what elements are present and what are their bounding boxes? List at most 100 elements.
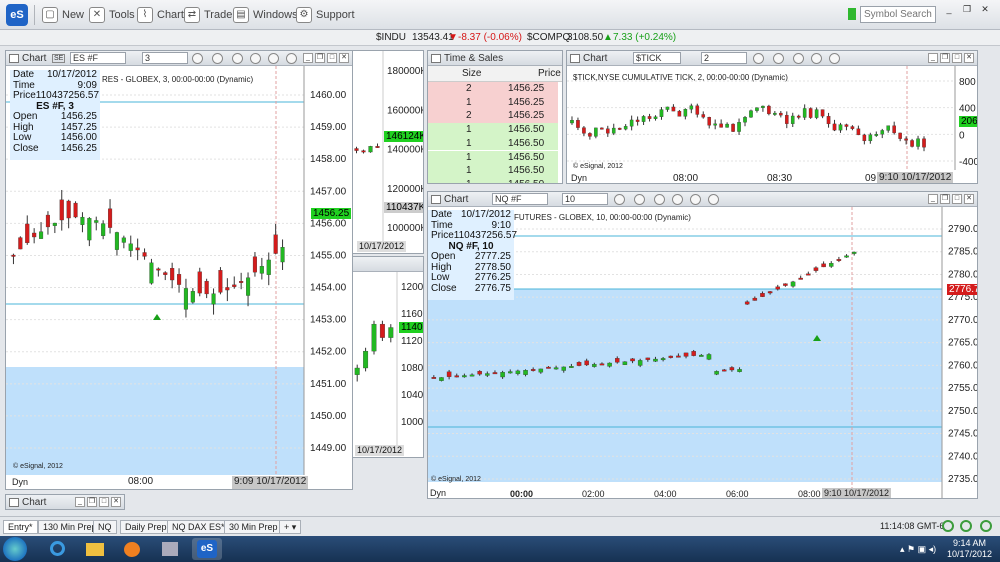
candle <box>904 138 908 141</box>
tick-interval-input[interactable]: 2 <box>701 52 747 64</box>
candle <box>611 127 616 134</box>
cursor-icon[interactable] <box>212 53 223 64</box>
maximize-button[interactable]: ❐ <box>960 4 974 15</box>
pencil-icon[interactable] <box>708 194 719 205</box>
tick-chart-canvas[interactable]: 800 400 0 -400 <box>567 66 978 184</box>
plus-icon[interactable] <box>811 53 822 64</box>
minus-icon[interactable] <box>793 53 804 64</box>
restore-icon[interactable]: ❐ <box>940 53 950 63</box>
close-icon[interactable]: ✕ <box>339 53 349 63</box>
network-app-icon[interactable] <box>155 538 185 560</box>
tab-30-min-prep[interactable]: 30 Min Prep <box>224 520 283 534</box>
minus-icon[interactable] <box>654 194 665 205</box>
system-clock[interactable]: 9:14 AM 10/17/2012 <box>947 538 992 560</box>
minimize-icon[interactable]: _ <box>303 53 313 63</box>
time-and-sales-window[interactable]: Time & Sales Size Price 2 1456.25 1 1456.25… <box>427 50 563 184</box>
add-tab-button[interactable]: + ▾ <box>279 520 302 534</box>
tab-nq[interactable]: NQ <box>93 520 117 534</box>
es-last-price-badge: 1456.25 <box>311 208 352 219</box>
es-symbol-input[interactable]: ES #F <box>70 52 126 64</box>
ts-size: 1 <box>466 137 472 149</box>
link-icon[interactable]: SE <box>52 54 66 63</box>
indu-symbol[interactable]: $INDU <box>376 32 406 43</box>
candle <box>707 117 712 126</box>
maximize-icon[interactable]: □ <box>952 53 962 63</box>
esignal-logo[interactable]: eS <box>6 4 28 26</box>
es-price-label: 1460.00 <box>310 90 347 101</box>
es-chart-window[interactable]: Chart SE ES #F 3 _ ❐ □ ✕ 1460.00 1459.00 1458… <box>5 50 353 490</box>
draw-icon[interactable] <box>268 53 279 64</box>
chart-button[interactable]: ⌇ Chart <box>137 6 184 24</box>
close-icon[interactable]: ✕ <box>964 194 974 204</box>
symbol-search-input[interactable] <box>860 6 936 23</box>
windows-button[interactable]: ▤ Windows <box>233 6 298 24</box>
maximize-icon[interactable]: □ <box>99 497 109 507</box>
candle <box>790 115 795 124</box>
candle <box>607 362 612 367</box>
compq-up-icon: ▲ <box>603 32 613 43</box>
esignal-taskbar-icon[interactable]: eS <box>192 538 222 560</box>
candle <box>645 357 651 360</box>
tick-axis-label: -400 <box>959 157 978 168</box>
candle <box>850 126 855 129</box>
minimize-icon[interactable]: _ <box>75 497 85 507</box>
new-button[interactable]: ▢ New <box>42 6 84 24</box>
tray-icons[interactable]: ▴ ⚑ ▣ ◂) <box>900 544 936 555</box>
tab-entry[interactable]: Entry* <box>3 520 38 534</box>
minimize-button[interactable]: _ <box>942 4 956 15</box>
plus-icon[interactable] <box>250 53 261 64</box>
tick-chart-window[interactable]: Chart $TICK 2 _ ❐ □ ✕ 800 400 0 -400 $TICK,NYS… <box>566 50 978 184</box>
tools-button[interactable]: ✕ Tools <box>89 6 135 24</box>
draw-icon[interactable] <box>690 194 701 205</box>
candle <box>266 259 271 275</box>
trade-button[interactable]: ⇄ Trade <box>184 6 232 24</box>
minus-icon[interactable] <box>232 53 243 64</box>
refresh-icon[interactable] <box>960 520 972 532</box>
close-icon[interactable]: ✕ <box>964 53 974 63</box>
clock-icon[interactable] <box>192 53 203 64</box>
close-icon[interactable]: ✕ <box>111 497 121 507</box>
clock-icon[interactable] <box>614 194 625 205</box>
folder-icon[interactable] <box>80 538 110 560</box>
es-x-axis-label: 08:00 <box>128 476 154 487</box>
restore-icon[interactable]: ❐ <box>315 53 325 63</box>
tab-daily-prep[interactable]: Daily Prep <box>120 520 172 534</box>
minimize-icon[interactable]: _ <box>928 53 938 63</box>
restore-icon[interactable]: ❐ <box>940 194 950 204</box>
volume-chart-window[interactable]: 180000K 160000K 140000K 120000K 100000K 1461… <box>350 50 424 254</box>
power-icon[interactable] <box>980 520 992 532</box>
nq-dyn-label[interactable]: Dyn <box>430 488 446 498</box>
docked-chart-window[interactable]: Chart _ ❐ □ ✕ <box>5 494 125 510</box>
nq-interval-input[interactable]: 10 <box>562 193 608 205</box>
maximize-icon[interactable]: □ <box>952 194 962 204</box>
media-player-icon[interactable] <box>117 538 147 560</box>
es-dyn-label[interactable]: Dyn <box>12 477 28 487</box>
cursor-icon[interactable] <box>773 53 784 64</box>
nq-symbol-input[interactable]: NQ #F <box>492 193 548 205</box>
tab-nq-dax-es[interactable]: NQ DAX ES* <box>167 520 230 534</box>
support-button[interactable]: ⚙ Support <box>296 6 355 24</box>
cursor-icon[interactable] <box>634 194 645 205</box>
maximize-icon[interactable]: □ <box>327 53 337 63</box>
ie-icon[interactable] <box>42 538 72 560</box>
start-button-icon[interactable] <box>3 537 27 561</box>
candle <box>87 218 92 241</box>
clock-icon[interactable] <box>753 53 764 64</box>
compq-symbol[interactable]: $COMPQ <box>527 32 570 43</box>
pencil-icon[interactable] <box>286 53 297 64</box>
minimize-icon[interactable]: _ <box>928 194 938 204</box>
candle <box>713 123 717 126</box>
draw-icon[interactable] <box>829 53 840 64</box>
candle <box>699 354 704 357</box>
plus-icon[interactable] <box>672 194 683 205</box>
tick-dyn-label[interactable]: Dyn <box>571 173 587 183</box>
connection-icon[interactable] <box>942 520 954 532</box>
tick-symbol-input[interactable]: $TICK <box>633 52 681 64</box>
tab-130-min-prep[interactable]: 130 Min Prep <box>38 520 102 534</box>
close-button[interactable]: ✕ <box>978 4 992 15</box>
restore-icon[interactable]: ❐ <box>87 497 97 507</box>
es-interval-input[interactable]: 3 <box>142 52 188 64</box>
nq-chart-window[interactable]: Chart NQ #F 10 _❐□✕ 2790.00 2785.00 2780.0… <box>427 191 978 499</box>
tick-axis-label: 800 <box>959 77 976 88</box>
mini-price-chart-window[interactable]: 1200 1160 1120 1080 1040 1000 1140 10/17/2012 <box>350 256 424 458</box>
